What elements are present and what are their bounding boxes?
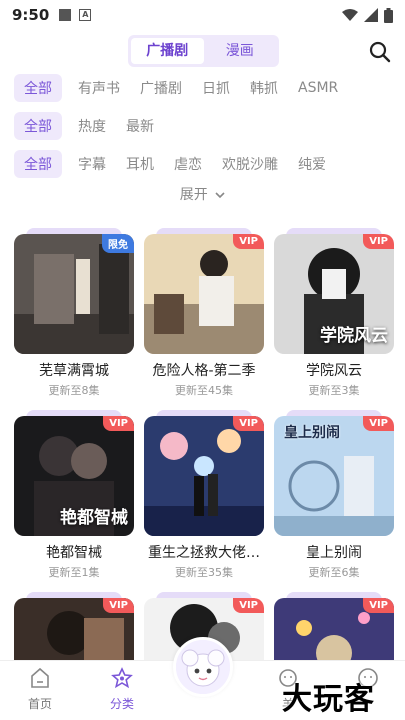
- filter-row-tags: 全部 字幕 耳机 虐恋 欢脱沙雕 纯爱: [14, 150, 346, 178]
- mascot-avatar[interactable]: [173, 637, 233, 697]
- category-star-icon: [111, 667, 133, 689]
- cover-image: 限免: [14, 234, 134, 354]
- battery-icon: [384, 7, 393, 23]
- filter-sort-new[interactable]: 最新: [126, 116, 154, 136]
- filter-genre-radio-drama[interactable]: 广播剧: [140, 78, 182, 98]
- nav-category-label: 分类: [109, 697, 134, 711]
- notification-icon: [59, 9, 72, 21]
- drama-card[interactable]: VIP 危险人格-第二季 更新至45集: [144, 228, 264, 398]
- vip-badge: VIP: [233, 598, 264, 613]
- card-title: 艳都智械: [46, 545, 102, 561]
- filter-tag-pure-love[interactable]: 纯爱: [298, 154, 326, 174]
- filter-sort-all[interactable]: 全部: [14, 112, 62, 140]
- home-icon: [31, 667, 49, 688]
- drama-card[interactable]: VIP 皇上别闹 皇上别闹 更新至6集: [274, 410, 394, 580]
- chevron-down-icon: [215, 192, 225, 199]
- cover-image: VIP 皇上别闹: [274, 416, 394, 536]
- vip-badge: VIP: [103, 598, 134, 613]
- tab-comics[interactable]: 漫画: [204, 38, 277, 64]
- watermark-text: 大玩客: [282, 682, 375, 717]
- app-notification-icon: A: [79, 9, 92, 21]
- card-episodes: 更新至45集: [175, 384, 233, 397]
- cover-title-text: 学院风云: [320, 326, 388, 346]
- drama-card[interactable]: VIP 艳都智械 艳都智械 更新至1集: [14, 410, 134, 580]
- filter-row-genre: 全部 有声书 广播剧 日抓 韩抓 ASMR: [14, 74, 358, 102]
- filter-tag-comedy[interactable]: 欢脱沙雕: [222, 154, 278, 174]
- filter-genre-audiobook[interactable]: 有声书: [78, 78, 120, 98]
- vip-badge: VIP: [103, 416, 134, 431]
- vip-badge: VIP: [233, 416, 264, 431]
- tab-radio-drama[interactable]: 广播剧: [131, 38, 204, 64]
- card-title: 芜草满霄城: [39, 363, 109, 379]
- filter-row-sort: 全部 热度 最新: [14, 112, 174, 140]
- card-title: 危险人格-第二季: [152, 363, 256, 379]
- drama-card[interactable]: VIP 重生之拯救大佬… 更新至35集: [144, 410, 264, 580]
- card-episodes: 更新至1集: [48, 566, 100, 579]
- card-title: 重生之拯救大佬…: [148, 545, 260, 561]
- vip-badge: VIP: [363, 598, 394, 613]
- wifi-icon: [342, 9, 358, 21]
- cover-image: VIP 学院风云: [274, 234, 394, 354]
- filter-tag-subtitles[interactable]: 字幕: [78, 154, 106, 174]
- expand-label: 展开: [179, 187, 208, 203]
- filter-tag-all[interactable]: 全部: [14, 150, 62, 178]
- signal-icon: [364, 8, 378, 22]
- drama-card[interactable]: VIP 学院风云 学院风云 更新至3集: [274, 228, 394, 398]
- content-type-tabs: 广播剧 漫画: [128, 35, 279, 67]
- status-time: 9:50: [12, 6, 50, 24]
- status-bar: 9:50 A: [0, 0, 405, 30]
- card-episodes: 更新至6集: [308, 566, 360, 579]
- filter-genre-korean[interactable]: 韩抓: [250, 78, 278, 98]
- nav-category[interactable]: 分类: [92, 667, 152, 712]
- vip-badge: VIP: [363, 416, 394, 431]
- filter-genre-asmr[interactable]: ASMR: [298, 80, 338, 96]
- cover-image: VIP: [144, 234, 264, 354]
- cover-title-text: 皇上别闹: [284, 425, 340, 441]
- nav-home-label: 首页: [27, 697, 52, 711]
- search-icon[interactable]: [368, 40, 392, 64]
- filter-genre-all[interactable]: 全部: [14, 74, 62, 102]
- card-title: 皇上别闹: [306, 545, 362, 561]
- expand-filters-button[interactable]: 展开: [0, 184, 405, 204]
- vip-badge: VIP: [363, 234, 394, 249]
- free-badge: 限免: [102, 234, 134, 253]
- card-episodes: 更新至3集: [308, 384, 360, 397]
- cover-title-text: 艳都智械: [60, 508, 128, 528]
- card-title: 学院风云: [306, 363, 362, 379]
- cover-image: VIP 艳都智械: [14, 416, 134, 536]
- nav-home[interactable]: 首页: [10, 667, 70, 712]
- filter-tag-headphones[interactable]: 耳机: [126, 154, 154, 174]
- filter-genre-japanese[interactable]: 日抓: [202, 78, 230, 98]
- card-episodes: 更新至35集: [175, 566, 233, 579]
- card-episodes: 更新至8集: [48, 384, 100, 397]
- drama-card[interactable]: 限免 芜草满霄城 更新至8集: [14, 228, 134, 398]
- vip-badge: VIP: [233, 234, 264, 249]
- cover-image: VIP: [144, 416, 264, 536]
- filter-sort-hot[interactable]: 热度: [78, 116, 106, 136]
- filter-tag-angst[interactable]: 虐恋: [174, 154, 202, 174]
